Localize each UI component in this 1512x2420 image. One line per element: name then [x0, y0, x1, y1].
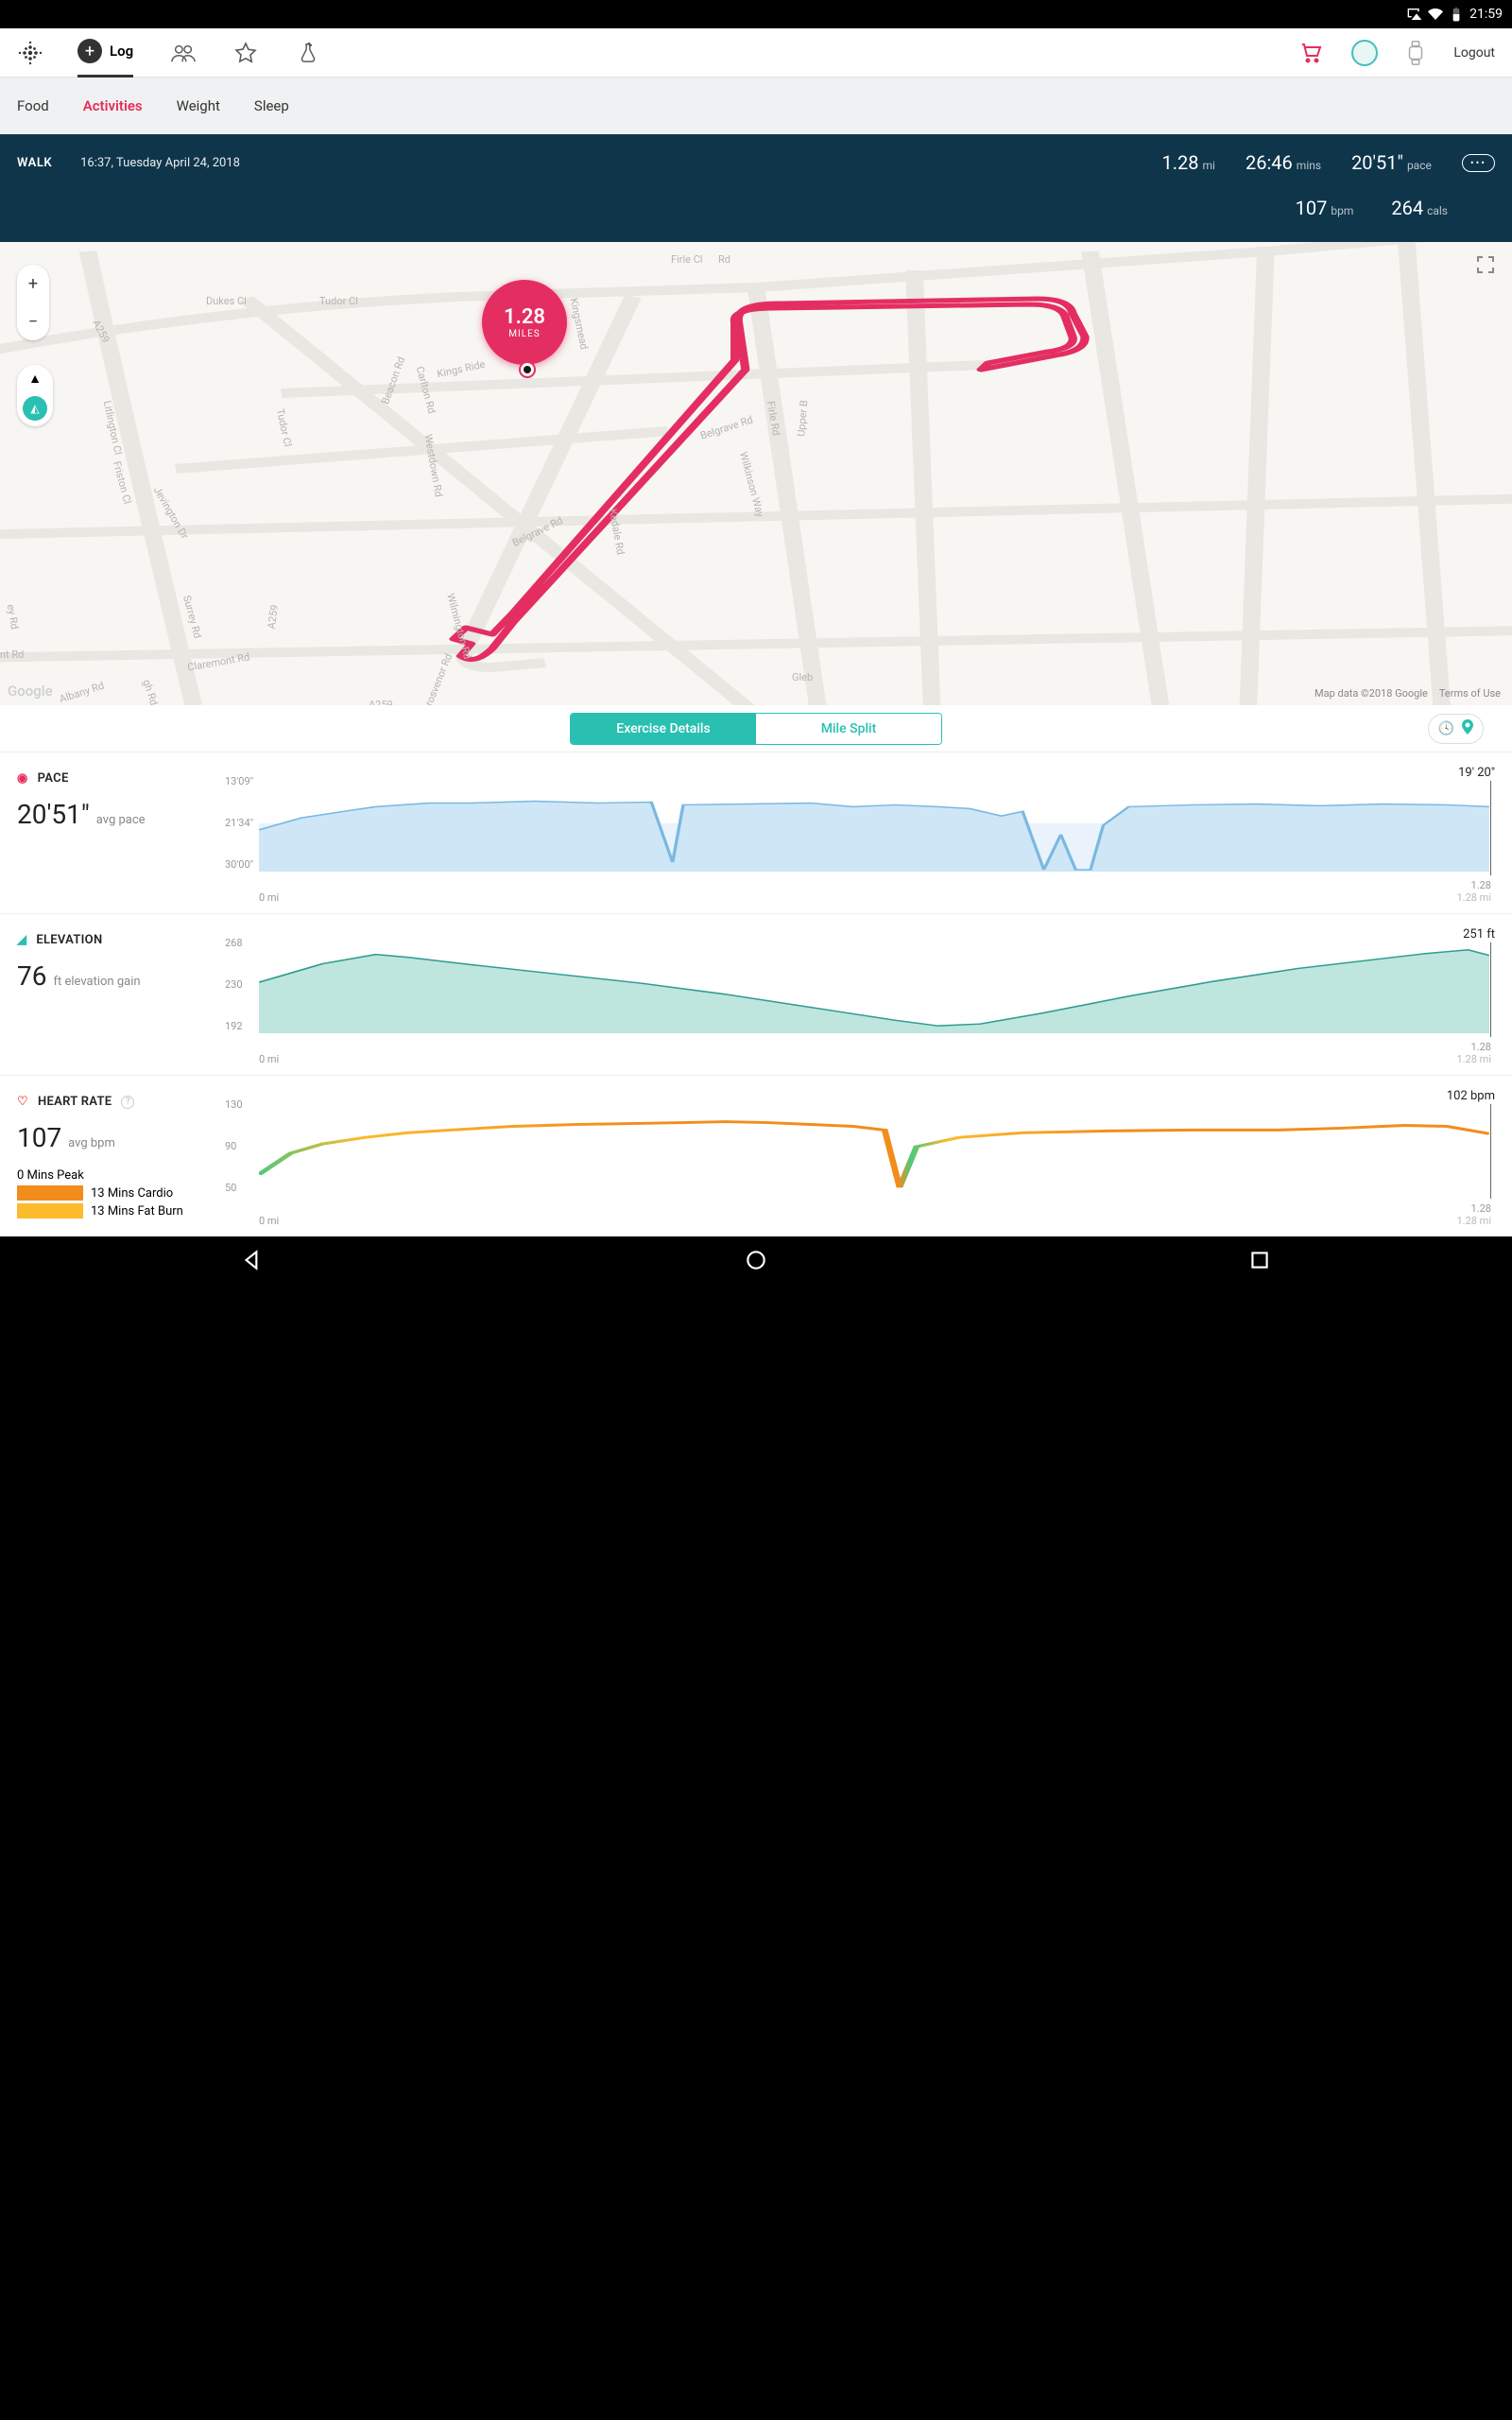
terms-link[interactable]: Terms of Use: [1439, 687, 1501, 700]
sub-tabs: Food Activities Weight Sleep: [0, 78, 1512, 134]
stat-cals: 264cals: [1391, 197, 1448, 219]
stat-distance: 1.28mi: [1162, 151, 1215, 174]
street-label: nt Rd: [0, 648, 24, 661]
map-pin-icon: [1462, 719, 1473, 738]
stat-duration: 26:46mins: [1246, 151, 1321, 174]
route-map[interactable]: Firle Cl Rd Dukes Cl Tudor Cl Kingsmead …: [0, 242, 1512, 705]
hr-zone-cardio: 13 Mins Cardio: [17, 1185, 225, 1201]
elevation-title: ELEVATION: [36, 933, 102, 947]
avatar[interactable]: [1351, 40, 1378, 66]
elevation-section: ◢ELEVATION 76 ft elevation gain 251 ft 2…: [0, 914, 1512, 1076]
activity-type: WALK: [17, 156, 52, 170]
detail-tabs: Exercise Details Mile Split 🕓: [0, 705, 1512, 752]
street-label: Dukes Cl: [206, 295, 247, 307]
nav-log[interactable]: + Log: [77, 28, 133, 78]
cart-icon[interactable]: [1298, 41, 1323, 65]
pace-chart: 19' 20" 13'09" 21'34" 30'00" 0 mi 1.281.…: [225, 771, 1499, 904]
tab-weight[interactable]: Weight: [177, 97, 220, 114]
tab-mile-split[interactable]: Mile Split: [756, 714, 941, 744]
street-label: Rd: [718, 253, 730, 266]
google-brand: Google: [8, 683, 53, 700]
hr-zone-peak: 0 Mins Peak: [17, 1168, 225, 1183]
street-label: Firle Cl: [671, 253, 703, 266]
map-attribution: Map data ©2018 GoogleTerms of Use: [1314, 687, 1501, 700]
android-status-bar: 21:59: [0, 0, 1512, 28]
tab-food[interactable]: Food: [17, 97, 49, 114]
android-nav-bar: [0, 1236, 1512, 1284]
tab-activities[interactable]: Activities: [83, 97, 143, 114]
battery-icon: [1449, 7, 1464, 22]
nav-log-label: Log: [110, 43, 133, 60]
tab-exercise-details[interactable]: Exercise Details: [571, 714, 756, 744]
help-icon[interactable]: ?: [121, 1096, 134, 1109]
route-endpoint-marker: [521, 363, 534, 376]
zoom-out-button[interactable]: −: [17, 302, 49, 340]
stat-bpm: 107bpm: [1296, 197, 1354, 219]
hr-chart: 102 bpm 130 90 50 0 mi 1.281.28 mi: [225, 1095, 1499, 1227]
heart-rate-section: ♡HEART RATE? 107 avg bpm 0 Mins Peak 13 …: [0, 1076, 1512, 1236]
more-button[interactable]: •••: [1462, 154, 1495, 172]
status-time: 21:59: [1469, 7, 1503, 22]
fullscreen-icon[interactable]: [1476, 255, 1495, 274]
stat-pace: 20'51"pace: [1351, 151, 1432, 174]
flask-icon[interactable]: [296, 41, 320, 65]
home-button[interactable]: [744, 1248, 768, 1272]
plus-icon: +: [77, 39, 102, 63]
elevation-chart: 251 ft 268 230 192 0 mi 1.281.28 mi: [225, 933, 1499, 1065]
watch-icon[interactable]: [1406, 41, 1427, 65]
wifi-icon: [1428, 7, 1443, 22]
activity-summary: WALK 16:37, Tuesday April 24, 2018 1.28m…: [0, 134, 1512, 242]
tab-sleep[interactable]: Sleep: [254, 97, 289, 114]
street-label: Tudor Cl: [319, 295, 358, 307]
friends-icon[interactable]: [171, 41, 196, 65]
pace-sub: avg pace: [96, 813, 146, 827]
logout-link[interactable]: Logout: [1453, 45, 1495, 60]
locate-icon[interactable]: ◭: [23, 396, 47, 421]
cast-icon: [1407, 7, 1422, 22]
hr-title: HEART RATE: [38, 1095, 112, 1109]
recent-button[interactable]: [1247, 1248, 1272, 1272]
pace-section: ◉ PACE 20'51" avg pace 19' 20" 13'09" 21'…: [0, 752, 1512, 914]
star-icon[interactable]: [233, 41, 258, 65]
elevation-value: 76: [17, 960, 46, 992]
clock-icon: 🕓: [1438, 721, 1454, 736]
street-label: A259: [369, 699, 393, 705]
hr-zone-fatburn: 13 Mins Fat Burn: [17, 1203, 225, 1219]
map-layers: ▲ ◭: [17, 365, 53, 426]
view-toggle[interactable]: 🕓: [1428, 714, 1484, 744]
terrain-icon[interactable]: ▲: [28, 371, 42, 387]
zoom-in-button[interactable]: +: [17, 265, 49, 302]
street-label: Gleb: [792, 671, 813, 683]
distance-bubble: 1.28 MILES: [482, 280, 567, 365]
pace-value: 20'51": [17, 799, 90, 830]
back-button[interactable]: [240, 1248, 265, 1272]
top-nav: + Log Logout: [0, 28, 1512, 78]
activity-datetime: 16:37, Tuesday April 24, 2018: [80, 156, 240, 170]
heart-icon: ♡: [17, 1095, 28, 1109]
pace-pin-icon: ◉: [17, 771, 28, 786]
elevation-icon: ◢: [17, 933, 26, 947]
map-zoom: + −: [17, 265, 49, 340]
hr-value: 107: [17, 1122, 61, 1153]
pace-title: PACE: [38, 771, 69, 786]
fitbit-logo-icon[interactable]: [17, 40, 43, 66]
